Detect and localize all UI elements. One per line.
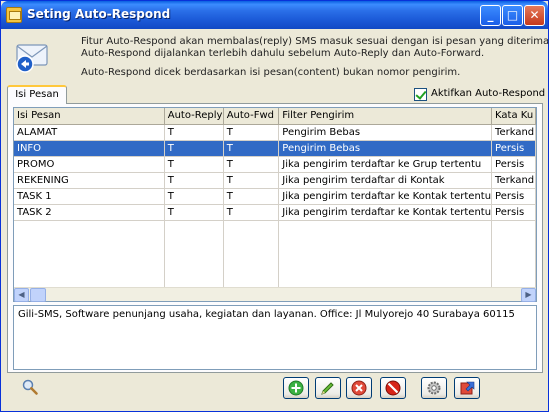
cell-kata: Terkand bbox=[491, 124, 536, 141]
col-header-filter-pengirim[interactable]: Filter Pengirim bbox=[278, 108, 493, 125]
cell-isi-pesan: TASK 1 bbox=[14, 188, 165, 205]
activate-checkbox[interactable] bbox=[414, 88, 427, 101]
add-button[interactable] bbox=[283, 377, 309, 399]
cell-auto-fwd: T bbox=[223, 204, 280, 221]
cell-auto-reply: T bbox=[164, 172, 224, 189]
settings-button[interactable] bbox=[421, 377, 447, 399]
title-bar[interactable]: Seting Auto-Respond _ □ ✕ bbox=[1, 1, 548, 29]
cell-isi-pesan: REKENING bbox=[14, 172, 165, 189]
settings-icon bbox=[427, 381, 441, 395]
col-header-kata-kunci[interactable]: Kata Ku bbox=[491, 108, 536, 125]
table-row[interactable]: PROMO T T Jika pengirim terdaftar ke Gru… bbox=[14, 156, 536, 173]
exit-button[interactable] bbox=[454, 377, 480, 399]
close-button[interactable]: ✕ bbox=[524, 5, 545, 26]
cell-auto-fwd: T bbox=[223, 172, 280, 189]
cell-kata: Persis bbox=[491, 204, 536, 221]
stop-icon bbox=[385, 380, 401, 396]
table-row[interactable]: REKENING T T Jika pengirim terdaftar di … bbox=[14, 172, 536, 189]
table-header: Isi Pesan Auto-Reply Auto-Fwd Filter Pen… bbox=[14, 108, 536, 125]
cell-filter: Jika pengirim terdaftar ke Kontak terten… bbox=[278, 188, 493, 205]
maximize-button[interactable]: □ bbox=[502, 5, 523, 26]
cell-filter: Jika pengirim terdaftar di Kontak bbox=[278, 172, 493, 189]
mail-back-icon bbox=[16, 44, 48, 73]
cell-filter: Jika pengirim terdaftar ke Kontak terten… bbox=[278, 204, 493, 221]
scroll-right-arrow-icon[interactable]: ▶ bbox=[521, 288, 536, 302]
app-folder-icon bbox=[6, 7, 22, 23]
cell-kata: Terkand bbox=[491, 172, 536, 189]
delete-icon bbox=[351, 380, 367, 396]
cell-auto-fwd: T bbox=[223, 156, 280, 173]
info-textbox[interactable]: Gili-SMS, Software penunjang usaha, kegi… bbox=[13, 305, 537, 370]
col-header-auto-fwd[interactable]: Auto-Fwd bbox=[223, 108, 280, 125]
add-icon bbox=[288, 380, 304, 396]
cell-kata: Persis bbox=[491, 156, 536, 173]
horizontal-scrollbar[interactable]: ◀ ▶ bbox=[14, 287, 536, 302]
cell-isi-pesan: INFO bbox=[14, 140, 165, 157]
tab-isi-pesan[interactable]: Isi Pesan bbox=[7, 85, 67, 104]
edit-button[interactable] bbox=[315, 377, 341, 399]
edit-icon bbox=[321, 382, 334, 395]
exit-icon bbox=[460, 381, 475, 395]
cell-isi-pesan: ALAMAT bbox=[14, 124, 165, 141]
stop-button[interactable] bbox=[380, 377, 406, 399]
scroll-thumb[interactable] bbox=[30, 288, 46, 302]
cell-filter: Pengirim Bebas bbox=[278, 124, 493, 141]
intro-text-3: Auto-Respond dicek berdasarkan isi pesan… bbox=[81, 67, 461, 78]
cell-isi-pesan: TASK 2 bbox=[14, 204, 165, 221]
window-title: Seting Auto-Respond bbox=[27, 7, 171, 21]
minimize-button[interactable]: _ bbox=[480, 5, 501, 26]
cell-auto-reply: T bbox=[164, 188, 224, 205]
cell-kata: Persis bbox=[491, 140, 536, 157]
cell-kata: Persis bbox=[491, 188, 536, 205]
col-header-isi-pesan[interactable]: Isi Pesan bbox=[14, 108, 165, 125]
cell-filter: Pengirim Bebas bbox=[278, 140, 493, 157]
table-row[interactable]: TASK 1 T T Jika pengirim terdaftar ke Ko… bbox=[14, 188, 536, 205]
table-row[interactable]: ALAMAT T T Pengirim Bebas Terkand bbox=[14, 124, 536, 141]
col-header-auto-reply[interactable]: Auto-Reply bbox=[164, 108, 224, 125]
activate-checkbox-label[interactable]: Aktifkan Auto-Respond bbox=[431, 88, 545, 99]
respond-table: Isi Pesan Auto-Reply Auto-Fwd Filter Pen… bbox=[13, 107, 537, 302]
intro-text-2: Auto-Respond dijalankan terlebih dahulu … bbox=[81, 48, 485, 59]
cell-auto-reply: T bbox=[164, 140, 224, 157]
cell-filter: Jika pengirim terdaftar ke Grup tertentu bbox=[278, 156, 493, 173]
delete-button[interactable] bbox=[346, 377, 372, 399]
app-window: Seting Auto-Respond _ □ ✕ Fitur Auto-Res… bbox=[0, 0, 549, 412]
scroll-left-arrow-icon[interactable]: ◀ bbox=[14, 288, 29, 302]
cell-auto-reply: T bbox=[164, 124, 224, 141]
cell-auto-fwd: T bbox=[223, 140, 280, 157]
cell-auto-reply: T bbox=[164, 204, 224, 221]
cell-auto-reply: T bbox=[164, 156, 224, 173]
intro-text-1: Fitur Auto-Respond akan membalas(reply) … bbox=[81, 36, 549, 47]
cell-auto-fwd: T bbox=[223, 124, 280, 141]
table-row[interactable]: TASK 2 T T Jika pengirim terdaftar ke Ko… bbox=[14, 204, 536, 221]
cell-auto-fwd: T bbox=[223, 188, 280, 205]
search-icon[interactable] bbox=[22, 379, 38, 395]
cell-isi-pesan: PROMO bbox=[14, 156, 165, 173]
table-row-selected[interactable]: INFO T T Pengirim Bebas Persis bbox=[14, 140, 536, 157]
